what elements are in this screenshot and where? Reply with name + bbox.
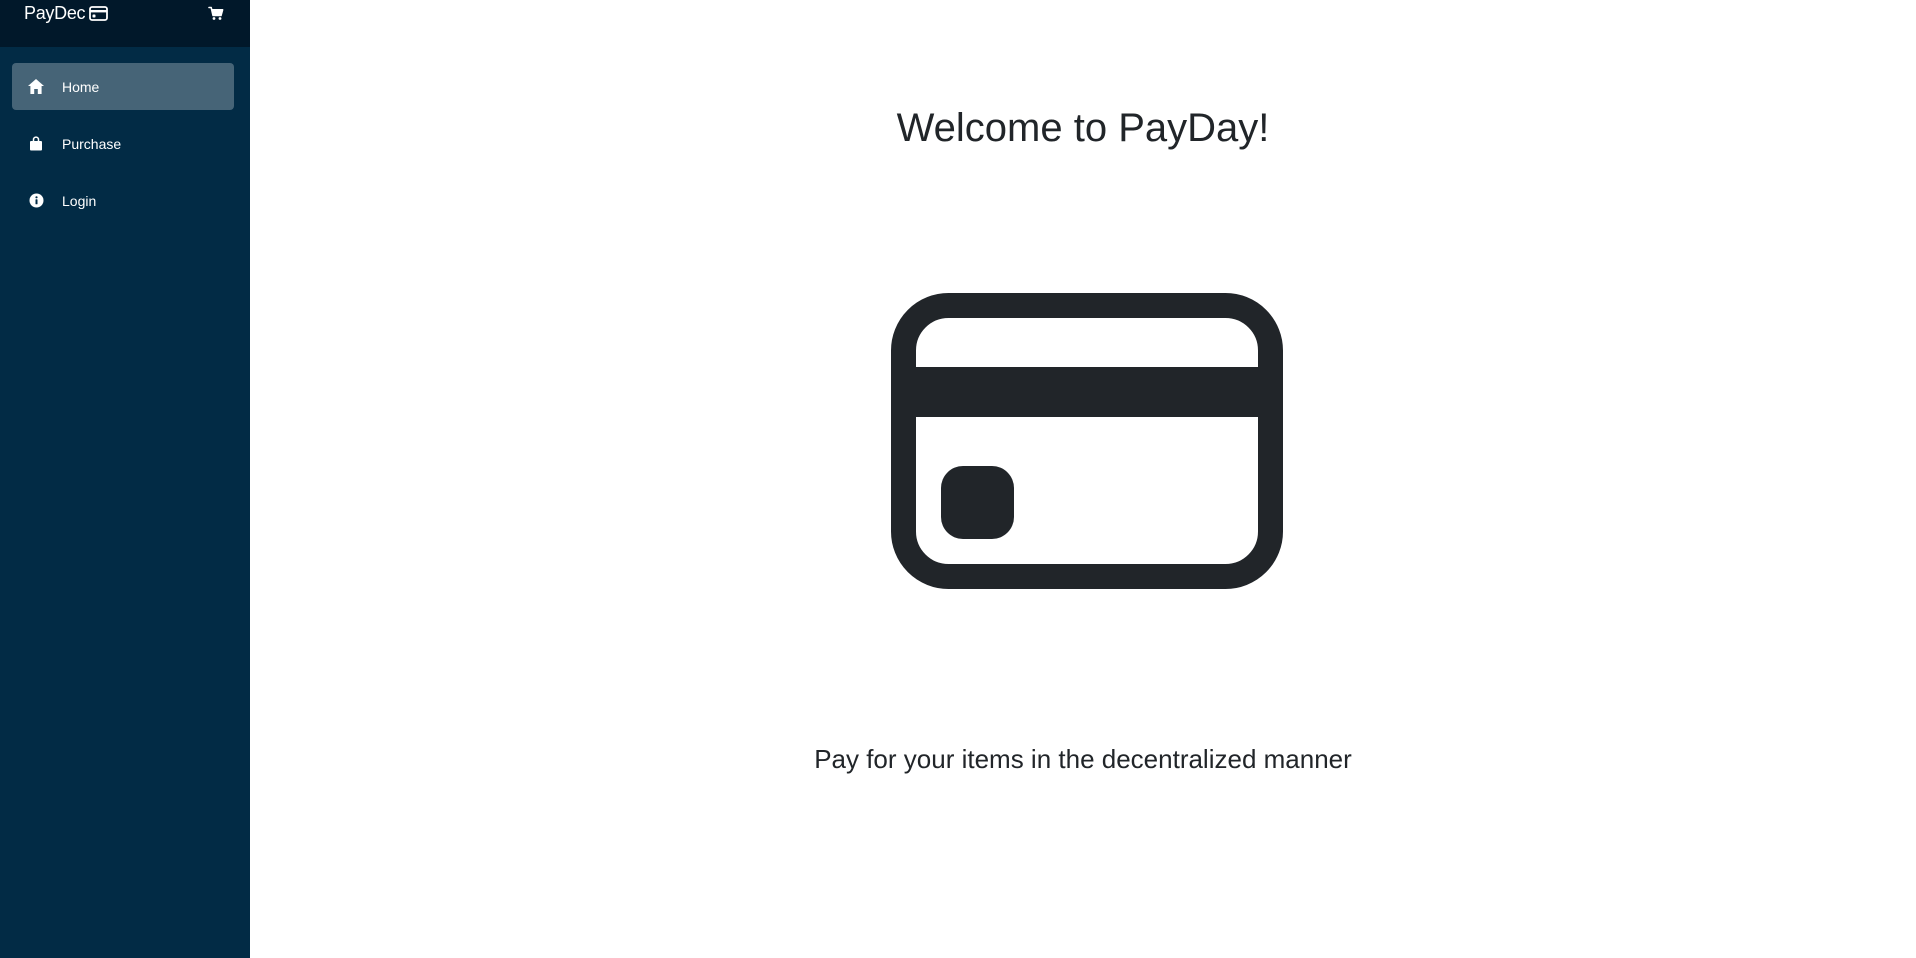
page-title: Welcome to PayDay! (896, 106, 1270, 150)
app-root: PayDec Home Purchase Login Welcome to Pa… (0, 0, 1916, 958)
sidebar-item-login[interactable]: Login (12, 177, 234, 224)
brand[interactable]: PayDec (24, 3, 109, 24)
sidebar-item-label: Login (62, 192, 97, 209)
cart-icon[interactable] (208, 6, 224, 21)
credit-card-icon (89, 6, 109, 21)
bag-icon (27, 135, 45, 153)
info-icon (27, 192, 45, 210)
sidebar-item-label: Purchase (62, 135, 122, 152)
home-icon (27, 78, 45, 96)
sidebar-header: PayDec (0, 0, 250, 47)
sidebar-nav: Home Purchase Login (0, 47, 250, 224)
brand-name: PayDec (24, 3, 86, 23)
sidebar-item-purchase[interactable]: Purchase (12, 120, 234, 167)
tagline: Pay for your items in the decentralized … (814, 744, 1352, 774)
sidebar-item-label: Home (62, 78, 100, 95)
sidebar-item-home[interactable]: Home (12, 63, 234, 110)
sidebar: PayDec Home Purchase Login (0, 0, 250, 958)
main-content: Welcome to PayDay! Pay for your items in… (250, 0, 1916, 958)
credit-card-icon (891, 293, 1283, 589)
